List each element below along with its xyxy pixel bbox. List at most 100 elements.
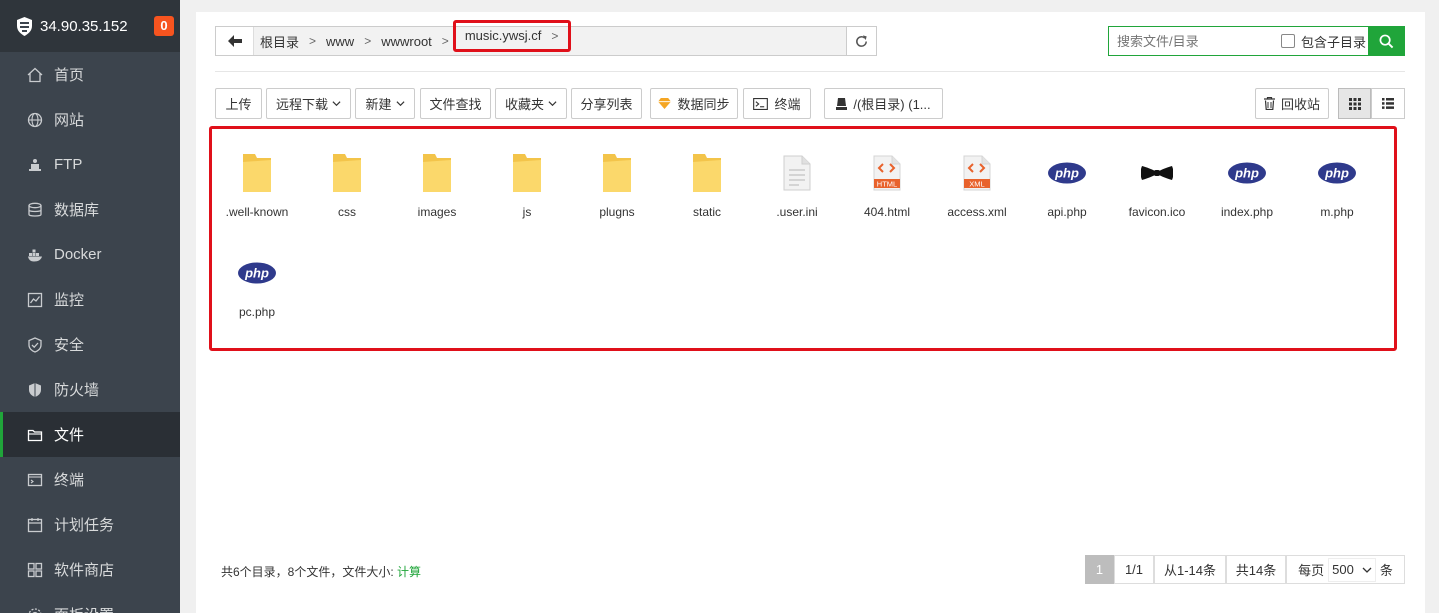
refresh-button[interactable]: [846, 26, 877, 56]
folder-item[interactable]: static: [662, 145, 752, 235]
file-icon-wrap: [417, 151, 457, 195]
disk-button[interactable]: /(根目录) (1...: [824, 88, 943, 119]
folder-item[interactable]: css: [302, 145, 392, 235]
folder-icon: [243, 154, 271, 192]
sidebar-item-label: 文件: [54, 427, 85, 444]
php-file-icon: php: [1228, 162, 1266, 184]
sidebar-item-ftp[interactable]: FTP: [0, 142, 180, 187]
sidebar-item-settings[interactable]: 面板设置: [0, 592, 180, 613]
chevron-right-icon: >: [441, 34, 449, 48]
sidebar-item-label: 面板设置: [54, 604, 114, 613]
sidebar-item-shield[interactable]: 安全: [0, 322, 180, 367]
folder-icon: [333, 154, 361, 192]
file-item[interactable]: HTML 404.html: [842, 145, 932, 235]
folder-icon: [27, 427, 43, 443]
summary-text: 共6个目录，8个文件，文件大小:: [221, 565, 394, 579]
breadcrumb-item[interactable]: wwwroot >: [375, 34, 453, 49]
calculate-size-link[interactable]: 计算: [397, 565, 421, 579]
folder-item[interactable]: plugns: [572, 145, 662, 235]
folder-item[interactable]: .well-known: [212, 145, 302, 235]
favorites-label: 收藏夹: [504, 97, 544, 112]
breadcrumb-item[interactable]: 根目录 >: [254, 32, 320, 51]
search-icon: [1379, 34, 1394, 48]
sidebar-item-calendar[interactable]: 计划任务: [0, 502, 180, 547]
per-page-select[interactable]: 500: [1328, 557, 1376, 582]
diamond-icon: [658, 98, 672, 109]
sidebar-item-firewall[interactable]: 防火墙: [0, 367, 180, 412]
logo-icon: [17, 16, 32, 36]
sidebar-item-label: 监控: [54, 292, 85, 309]
sidebar-item-database[interactable]: 数据库: [0, 187, 180, 232]
per-page-label: 每页: [1298, 563, 1325, 578]
sidebar-header: 34.90.35.152 0: [0, 0, 180, 52]
breadcrumb-item[interactable]: music.ywsj.cf >: [452, 19, 572, 52]
checkbox-box[interactable]: [1281, 34, 1295, 48]
per-page-value: 500: [1332, 562, 1354, 577]
grid-view-button[interactable]: [1338, 88, 1371, 119]
svg-text:php: php: [1324, 166, 1349, 181]
sidebar-item-folder[interactable]: 文件: [0, 412, 180, 457]
notification-badge[interactable]: 0: [154, 16, 174, 36]
new-button[interactable]: 新建: [355, 88, 415, 119]
file-item[interactable]: .user.ini: [752, 145, 842, 235]
per-page-control: 每页 500 条: [1286, 555, 1405, 584]
terminal-button[interactable]: 终端: [743, 88, 811, 119]
include-subdir-checkbox[interactable]: 包含子目录: [1281, 32, 1366, 51]
sidebar-item-monitor[interactable]: 监控: [0, 277, 180, 322]
folder-item[interactable]: images: [392, 145, 482, 235]
sidebar-item-home[interactable]: 首页: [0, 52, 180, 97]
remote-download-button[interactable]: 远程下载: [266, 88, 351, 119]
sidebar-item-terminal[interactable]: 终端: [0, 457, 180, 502]
search-button[interactable]: [1368, 26, 1405, 56]
ftp-icon: [27, 157, 43, 173]
sidebar-item-globe[interactable]: 网站: [0, 97, 180, 142]
file-item[interactable]: php api.php: [1022, 145, 1112, 235]
list-view-button[interactable]: [1371, 88, 1405, 119]
file-name: plugns: [599, 205, 635, 219]
file-name: 404.html: [863, 205, 911, 219]
html-file-icon: HTML: [873, 155, 901, 191]
trash-icon: [1263, 97, 1275, 110]
file-item[interactable]: php pc.php: [212, 245, 302, 335]
globe-icon: [27, 112, 43, 128]
file-item[interactable]: php m.php: [1292, 145, 1382, 235]
file-name: index.php: [1220, 205, 1274, 219]
sidebar-item-label: 网站: [54, 112, 85, 129]
breadcrumb-label: 根目录: [260, 34, 300, 50]
file-icon-wrap: php: [1317, 151, 1357, 195]
terminal-label: 终端: [774, 97, 801, 112]
file-icon-wrap: php: [1047, 151, 1087, 195]
back-button[interactable]: [216, 27, 254, 55]
breadcrumb-item[interactable]: www >: [320, 34, 375, 49]
upload-button[interactable]: 上传: [215, 88, 262, 119]
file-icon-wrap: HTML: [867, 151, 907, 195]
sidebar-item-label: 防火墙: [54, 382, 100, 399]
page-current[interactable]: 1: [1085, 555, 1114, 584]
monitor-icon: [27, 292, 43, 308]
data-sync-button[interactable]: 数据同步: [650, 88, 738, 119]
sidebar-item-apps[interactable]: 软件商店: [0, 547, 180, 592]
file-name: access.xml: [947, 205, 1007, 219]
file-icon-wrap: [507, 151, 547, 195]
file-item[interactable]: php index.php: [1202, 145, 1292, 235]
file-search-button[interactable]: 文件查找: [420, 88, 491, 119]
file-item[interactable]: favicon.ico: [1112, 145, 1202, 235]
search-input[interactable]: [1109, 28, 1281, 54]
favorites-button[interactable]: 收藏夹: [495, 88, 567, 119]
svg-text:php: php: [244, 266, 269, 281]
recycle-bin-button[interactable]: 回收站: [1255, 88, 1329, 119]
php-file-icon: php: [238, 262, 276, 284]
svg-text:HTML: HTML: [877, 180, 897, 189]
sidebar-item-docker[interactable]: Docker: [0, 232, 180, 277]
chevron-right-icon: >: [551, 28, 559, 43]
folder-item[interactable]: js: [482, 145, 572, 235]
path-bar: 根目录 > www > wwwroot > music.ywsj.cf >: [215, 19, 877, 56]
file-item[interactable]: XML access.xml: [932, 145, 1022, 235]
terminal-icon: [27, 472, 43, 488]
share-list-button[interactable]: 分享列表: [571, 88, 642, 119]
chevron-down-icon: [332, 101, 341, 107]
file-manager: 根目录>www>wwwroot>music.ywsj.cf> 包含子目录 上传 …: [196, 12, 1425, 613]
remote-download-label: 远程下载: [275, 97, 328, 112]
sidebar-item-label: 计划任务: [54, 517, 115, 534]
divider: [215, 71, 1405, 72]
